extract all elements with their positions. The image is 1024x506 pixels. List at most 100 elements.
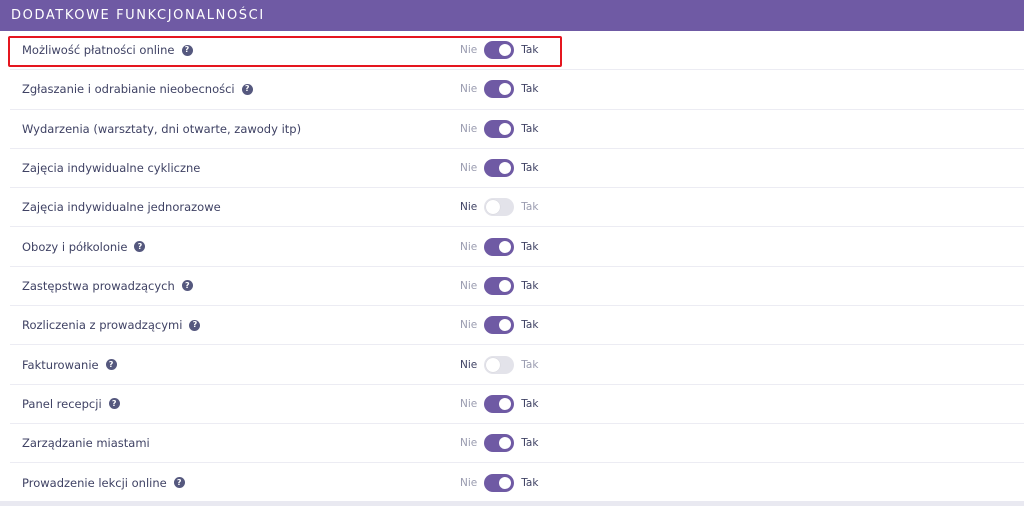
toggle-on-label[interactable]: Tak [521,44,538,56]
toggle-off-label[interactable]: Nie [460,319,477,331]
help-icon[interactable]: ? [108,398,120,410]
feature-toggle[interactable] [484,316,515,335]
toggle-off-label[interactable]: Nie [460,359,477,371]
feature-toggle[interactable] [484,434,515,453]
feature-switch: Nie Tak [460,41,538,60]
feature-row-6: Obozy i półkolonie ? Nie Tak [10,227,1024,267]
toggle-knob [499,397,512,410]
feature-label-wrap: Zarządzanie miastami [22,436,150,450]
toggle-off-label[interactable]: Nie [460,241,477,253]
feature-switch: Nie Tak [460,355,538,374]
feature-row-4: Zajęcia indywidualne cykliczne Nie Tak [10,149,1024,189]
toggle-knob [499,279,512,292]
toggle-on-label[interactable]: Tak [521,280,538,292]
toggle-on-label[interactable]: Tak [521,477,538,489]
toggle-off-label[interactable]: Nie [460,162,477,174]
feature-toggle[interactable] [484,394,515,413]
help-icon[interactable]: ? [241,83,253,95]
feature-label-wrap: Rozliczenia z prowadzącymi ? [22,318,201,332]
feature-toggle[interactable] [484,473,515,492]
feature-row-2: Zgłaszanie i odrabianie nieobecności ? N… [10,70,1024,110]
toggle-off-label[interactable]: Nie [460,437,477,449]
feature-row-10: Panel recepcji ? Nie Tak [10,385,1024,424]
feature-row-5: Zajęcia indywidualne jednorazowe Nie Tak [10,188,1024,228]
feature-switch: Nie Tak [460,198,538,217]
toggle-on-label[interactable]: Tak [521,398,538,410]
feature-label-wrap: Zastępstwa prowadzących ? [22,279,193,293]
toggle-on-label[interactable]: Tak [521,359,538,371]
feature-switch: Nie Tak [460,276,538,295]
toggle-knob [499,319,512,332]
feature-label: Zajęcia indywidualne cykliczne [22,161,201,176]
toggle-on-label[interactable]: Tak [521,241,538,253]
feature-label-wrap: Wydarzenia (warsztaty, dni otwarte, zawo… [22,122,301,136]
feature-label-wrap: Zgłaszanie i odrabianie nieobecności ? [22,82,253,96]
help-icon[interactable]: ? [173,477,185,489]
toggle-off-label[interactable]: Nie [460,44,477,56]
toggle-off-label[interactable]: Nie [460,201,477,213]
panel-header: DODATKOWE FUNKCJONALNOŚCI [0,0,1024,31]
feature-toggle[interactable] [484,80,515,99]
toggle-knob [499,44,512,57]
feature-list: Możliwość płatności online ? Nie Tak Zgł… [10,31,1024,503]
feature-label: Prowadzenie lekcji online [22,475,167,490]
feature-toggle[interactable] [484,159,515,178]
feature-label-wrap: Zajęcia indywidualne cykliczne [22,161,200,175]
feature-row-12: Prowadzenie lekcji online ? Nie Tak [10,463,1024,502]
feature-label-wrap: Zajęcia indywidualne jednorazowe [22,200,221,214]
help-icon[interactable]: ? [181,280,193,292]
feature-switch: Nie Tak [460,316,538,335]
toggle-off-label[interactable]: Nie [460,123,477,135]
feature-label: Obozy i półkolonie [22,239,128,254]
feature-label-wrap: Obozy i półkolonie ? [22,239,146,254]
toggle-on-label[interactable]: Tak [521,201,538,213]
feature-label-wrap: Panel recepcji ? [22,397,120,411]
toggle-knob [499,162,512,175]
toggle-off-label[interactable]: Nie [460,398,477,410]
toggle-on-label[interactable]: Tak [521,437,538,449]
help-icon[interactable]: ? [181,44,193,56]
bottom-scroll-area [0,501,1024,506]
feature-switch: Nie Tak [460,434,538,453]
feature-row-3: Wydarzenia (warsztaty, dni otwarte, zawo… [10,110,1024,149]
toggle-knob [499,83,512,96]
feature-row-7: Zastępstwa prowadzących ? Nie Tak [10,267,1024,307]
toggle-off-label[interactable]: Nie [460,83,477,95]
feature-toggle[interactable] [484,41,515,60]
feature-label: Zgłaszanie i odrabianie nieobecności [22,82,235,97]
feature-label-wrap: Prowadzenie lekcji online ? [22,476,185,490]
help-icon[interactable]: ? [189,319,201,331]
feature-switch: Nie Tak [460,394,538,413]
feature-label: Możliwość płatności online [22,43,175,58]
feature-switch: Nie Tak [460,473,538,492]
help-icon[interactable]: ? [105,359,117,371]
feature-label-wrap: Fakturowanie ? [22,358,117,372]
feature-label: Zajęcia indywidualne jednorazowe [22,200,221,215]
feature-row-9: Fakturowanie ? Nie Tak [10,345,1024,385]
toggle-knob [486,200,501,215]
toggle-knob [499,437,512,450]
toggle-knob [486,357,501,372]
help-icon[interactable]: ? [134,241,146,253]
toggle-on-label[interactable]: Tak [521,123,538,135]
features-panel: DODATKOWE FUNKCJONALNOŚCI Możliwość płat… [0,0,1024,506]
toggle-off-label[interactable]: Nie [460,477,477,489]
feature-row-8: Rozliczenia z prowadzącymi ? Nie Tak [10,306,1024,346]
toggle-on-label[interactable]: Tak [521,319,538,331]
toggle-knob [499,240,512,253]
toggle-knob [499,122,512,135]
toggle-off-label[interactable]: Nie [460,280,477,292]
feature-switch: Nie Tak [460,80,538,99]
toggle-on-label[interactable]: Tak [521,83,538,95]
feature-toggle[interactable] [484,237,515,256]
feature-switch: Nie Tak [460,237,538,256]
feature-toggle[interactable] [484,198,515,217]
toggle-knob [499,476,512,489]
feature-toggle[interactable] [484,119,515,138]
panel-title: DODATKOWE FUNKCJONALNOŚCI [11,8,265,23]
feature-label-wrap: Możliwość płatności online ? [22,43,193,57]
toggle-on-label[interactable]: Tak [521,162,538,174]
feature-toggle[interactable] [484,355,515,374]
feature-label: Zastępstwa prowadzących [22,278,175,293]
feature-toggle[interactable] [484,276,515,295]
